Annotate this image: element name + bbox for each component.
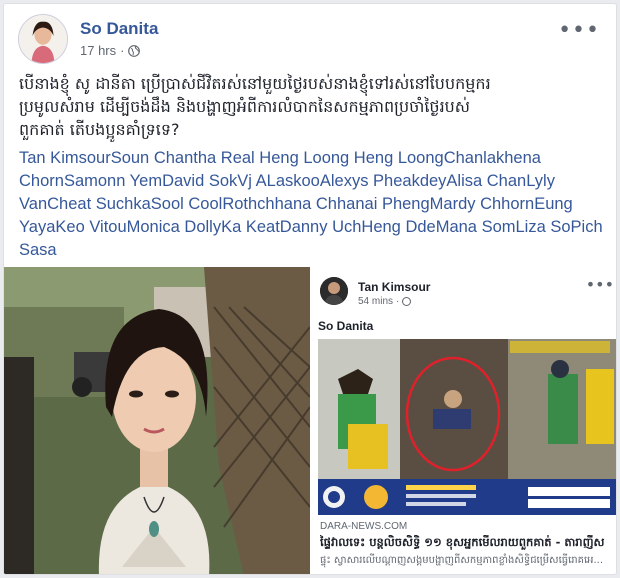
shared-globe-icon: [402, 297, 412, 306]
avatar-image: [19, 15, 67, 63]
tagged-people[interactable]: Tan KimsourSoun Chantha Real Heng Loong …: [19, 147, 609, 262]
shared-title[interactable]: ផ្ទៃវាលទេះ បន្តលិចសិទ្ធិ ១១ ខុសអ្នកមើលរា…: [320, 535, 616, 552]
shared-meta-dot: ·: [396, 296, 400, 307]
shared-author-name[interactable]: Tan Kimsour: [358, 280, 430, 294]
post-text: បើនាងខ្ញុំ សូ ដានីតា ប្រើប្រាស់ជីវិតរស់ន…: [19, 74, 491, 139]
author-name[interactable]: So Danita: [80, 19, 158, 39]
shared-options-button[interactable]: •••: [586, 275, 614, 294]
post-header: So Danita 17 hrs · •••: [18, 14, 606, 64]
news-banner: [318, 479, 616, 515]
shared-avatar-image: [320, 277, 348, 305]
post-time[interactable]: 17 hrs: [80, 43, 116, 58]
shared-time[interactable]: 54 mins: [358, 296, 393, 307]
post-photo[interactable]: [4, 267, 310, 574]
globe-icon[interactable]: [128, 44, 141, 57]
post-meta: 17 hrs ·: [80, 43, 141, 58]
shared-author-avatar[interactable]: [320, 277, 348, 305]
post-options-button[interactable]: •••: [558, 18, 600, 43]
shared-mention[interactable]: So Danita: [318, 319, 373, 333]
facebook-post: So Danita 17 hrs · ••• បើនាងខ្ញុំ សូ ដាន…: [3, 3, 617, 575]
shared-post[interactable]: Tan Kimsour 54 mins · ••• So Danita DARA…: [312, 267, 616, 574]
shared-description: ផ្ទុះ ស្វាសារលើបណ្តាញសង្គមបង្ហាញពីសកម្មភ…: [320, 555, 604, 566]
shared-meta: 54 mins ·: [358, 296, 412, 307]
photo-woman-hammock: [4, 267, 310, 574]
author-avatar[interactable]: [18, 14, 68, 64]
shared-site: DARA-NEWS.COM: [320, 521, 408, 532]
meta-dot: ·: [120, 43, 125, 58]
news-banner-graphic: [318, 479, 616, 515]
